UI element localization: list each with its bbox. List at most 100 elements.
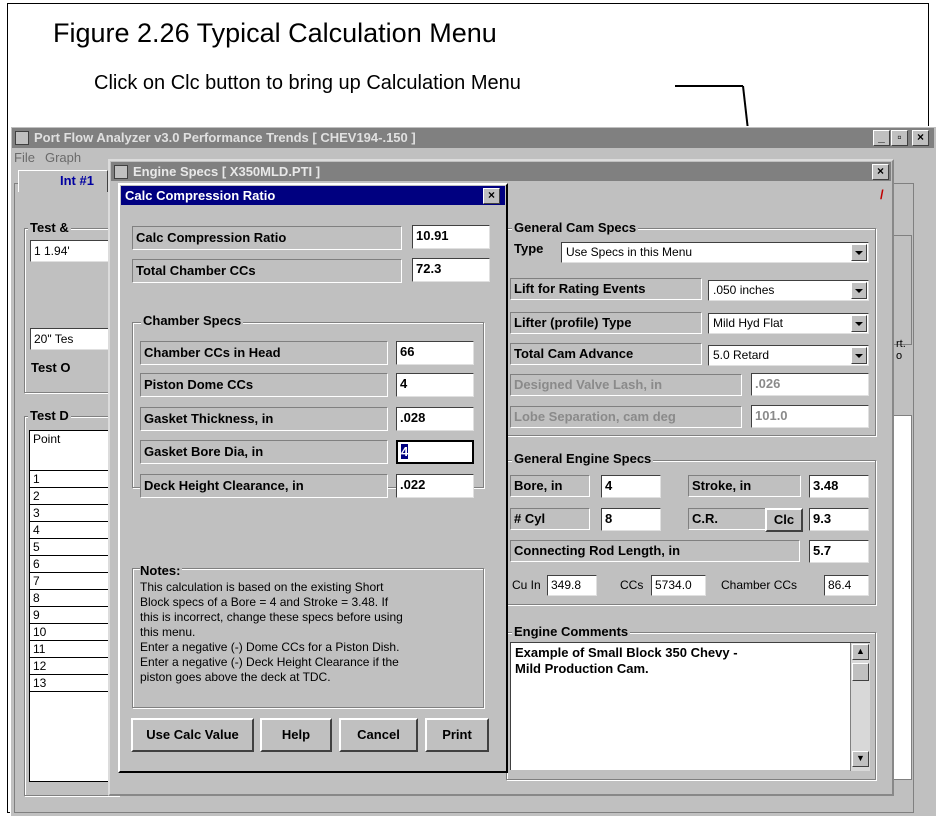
- calc-title: Calc Compression Ratio: [125, 188, 276, 203]
- tab-edge-mark: /: [880, 187, 884, 202]
- chevron-down-icon[interactable]: [851, 347, 867, 364]
- notes-line: this menu.: [140, 625, 196, 639]
- data-group-label: Test D: [28, 408, 71, 423]
- gasket-bore-value: 4: [401, 444, 409, 459]
- app-title: Port Flow Analyzer v3.0 Performance Tren…: [34, 130, 416, 145]
- cuin-field: 349.8: [547, 575, 597, 596]
- app-icon: [15, 131, 29, 145]
- lash-field[interactable]: .026: [751, 373, 869, 396]
- advance-value: 5.0 Retard: [713, 348, 770, 362]
- notes-line: Block specs of a Bore = 4 and Stroke = 3…: [140, 595, 389, 609]
- advance-label: Total Cam Advance: [510, 343, 702, 365]
- calc-total-field: 72.3: [412, 258, 490, 282]
- table-row[interactable]: 3: [30, 505, 116, 522]
- table-row[interactable]: 12: [30, 658, 116, 675]
- gasket-bore-field[interactable]: 4: [396, 440, 474, 464]
- chevron-down-icon[interactable]: [851, 282, 867, 299]
- chamber-ccs-head-label: Chamber CCs in Head: [140, 341, 388, 365]
- lifter-label: Lifter (profile) Type: [510, 312, 702, 334]
- chamber-ccs-label: Chamber CCs: [721, 578, 798, 592]
- calc-close-icon[interactable]: ×: [483, 188, 500, 204]
- calc-cr-label: Calc Compression Ratio: [132, 226, 402, 250]
- grid-header: Point: [30, 431, 116, 471]
- maximize-icon[interactable]: ▫: [891, 130, 908, 146]
- lash-label: Designed Valve Lash, in: [510, 374, 742, 396]
- engine-close-icon[interactable]: ×: [872, 164, 889, 180]
- piston-dome-label: Piston Dome CCs: [140, 373, 388, 397]
- lift-value: .050 inches: [713, 283, 775, 297]
- chamber-ccs-head-field[interactable]: 66: [396, 341, 474, 365]
- tab-int1-label: Int #1: [60, 173, 94, 188]
- notes-line: Enter a negative (-) Dome CCs for a Pist…: [140, 640, 400, 654]
- scroll-down-icon[interactable]: ▼: [852, 751, 869, 767]
- cam-specs-label: General Cam Specs: [512, 220, 639, 235]
- help-button[interactable]: Help: [260, 718, 332, 752]
- table-row[interactable]: 5: [30, 539, 116, 556]
- gasket-thickness-field[interactable]: .028: [396, 407, 474, 431]
- data-grid[interactable]: Point 1 2 3 4 5 6 7 8 9 10 11 12 13: [29, 430, 117, 782]
- rod-length-field[interactable]: 5.7: [809, 540, 869, 563]
- table-row[interactable]: 7: [30, 573, 116, 590]
- tab-int1[interactable]: Int #1: [18, 170, 108, 192]
- engine-specs-label: General Engine Specs: [512, 451, 654, 466]
- gasket-thickness-label: Gasket Thickness, in: [140, 407, 388, 431]
- use-calc-value-button[interactable]: Use Calc Value: [131, 718, 254, 752]
- test-group-label: Test &: [28, 220, 71, 235]
- menu-graph[interactable]: Graph: [45, 150, 81, 165]
- table-row[interactable]: 10: [30, 624, 116, 641]
- menu-bar: File Graph: [14, 150, 91, 165]
- bore-label: Bore, in: [510, 475, 590, 497]
- bore-field[interactable]: 4: [601, 475, 661, 498]
- table-row[interactable]: 8: [30, 590, 116, 607]
- comments-scrollbar[interactable]: ▲ ▼: [850, 643, 870, 771]
- chevron-down-icon[interactable]: [851, 315, 867, 332]
- ccs-field: 5734.0: [651, 575, 706, 596]
- engine-specs-title: Engine Specs [ X350MLD.PTI ]: [133, 164, 321, 179]
- chamber-ccs-field: 86.4: [824, 575, 869, 596]
- app-title-bar: Port Flow Analyzer v3.0 Performance Tren…: [12, 128, 934, 148]
- notes-line: This calculation is based on the existin…: [140, 580, 384, 594]
- cam-type-label: Type: [514, 241, 544, 256]
- ccs-label: CCs: [620, 578, 644, 592]
- table-row[interactable]: 4: [30, 522, 116, 539]
- lifter-value: Mild Hyd Flat: [713, 316, 784, 330]
- lift-select[interactable]: .050 inches: [708, 280, 869, 301]
- lobe-field[interactable]: 101.0: [751, 405, 869, 428]
- table-row[interactable]: 9: [30, 607, 116, 624]
- close-icon[interactable]: ×: [912, 130, 929, 146]
- minimize-icon[interactable]: _: [873, 130, 890, 146]
- lobe-label: Lobe Separation, cam deg: [510, 406, 742, 428]
- table-row[interactable]: 11: [30, 641, 116, 658]
- cam-type-select[interactable]: Use Specs in this Menu: [561, 242, 869, 263]
- cuin-label: Cu In: [512, 578, 541, 592]
- table-row[interactable]: 1: [30, 471, 116, 488]
- table-row[interactable]: 13: [30, 675, 116, 692]
- clc-button[interactable]: Clc: [765, 508, 803, 532]
- gasket-bore-label: Gasket Bore Dia, in: [140, 440, 388, 464]
- notes-line: Enter a negative (-) Deck Height Clearan…: [140, 655, 399, 669]
- test-desc-field[interactable]: 20" Tes: [30, 328, 115, 350]
- stroke-label: Stroke, in: [688, 475, 801, 497]
- comments-text: Example of Small Block 350 Chevy - Mild …: [515, 645, 738, 676]
- cancel-button[interactable]: Cancel: [339, 718, 418, 752]
- test-field[interactable]: 1 1.94': [30, 240, 115, 262]
- cyl-field[interactable]: 8: [601, 508, 661, 531]
- deck-height-field[interactable]: .022: [396, 474, 474, 498]
- cr-field[interactable]: 9.3: [809, 508, 869, 531]
- piston-dome-field[interactable]: 4: [396, 373, 474, 397]
- notes-line: piston goes above the deck at TDC.: [140, 670, 331, 684]
- lift-label: Lift for Rating Events: [510, 278, 702, 300]
- stroke-field[interactable]: 3.48: [809, 475, 869, 498]
- lifter-select[interactable]: Mild Hyd Flat: [708, 313, 869, 334]
- menu-file[interactable]: File: [14, 150, 35, 165]
- table-row[interactable]: 2: [30, 488, 116, 505]
- comments-textarea[interactable]: Example of Small Block 350 Chevy - Mild …: [510, 642, 870, 771]
- bg-panel-fragment: [892, 415, 912, 780]
- scroll-up-icon[interactable]: ▲: [852, 644, 869, 660]
- table-row[interactable]: 6: [30, 556, 116, 573]
- advance-select[interactable]: 5.0 Retard: [708, 345, 869, 366]
- chevron-down-icon[interactable]: [851, 244, 867, 261]
- scroll-thumb[interactable]: [852, 663, 869, 681]
- bg-text-fragment: rt. o: [896, 338, 906, 362]
- print-button[interactable]: Print: [425, 718, 489, 752]
